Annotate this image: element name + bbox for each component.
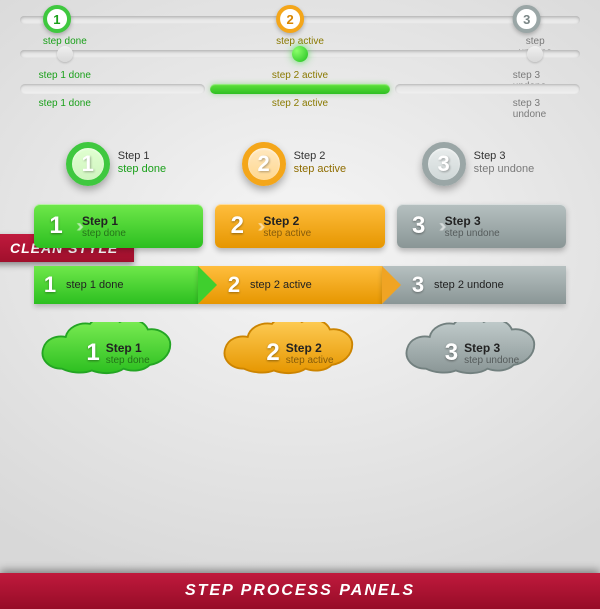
progress-bar-dots: step 1 done step 2 active step 3 undone (20, 50, 580, 58)
panel-title: Step 2 (263, 214, 311, 228)
step-label: step 1 done (39, 70, 91, 81)
panel-step-1[interactable]: 1 ››› Step 1step done (34, 204, 203, 248)
step-marker-2[interactable]: 2 step active (276, 5, 324, 47)
cloud-sub: step undone (464, 355, 519, 366)
step-item-2[interactable]: 2 Step 2step active (242, 142, 347, 186)
segment-done[interactable] (20, 84, 205, 94)
ring-icon: 1 (43, 5, 71, 33)
ribbon-step-1[interactable]: 1 step 1 done (34, 266, 198, 304)
panel-number: 2 (215, 204, 259, 248)
cloud-number: 3 (445, 339, 458, 367)
ribbon-label: step 2 active (250, 279, 312, 291)
step-marker-1[interactable]: 1 step done (43, 5, 87, 47)
panel-step-3[interactable]: 3 ››› Step 3step undone (397, 204, 566, 248)
cloud-step-1[interactable]: 1 Step 1step done (34, 322, 202, 384)
cloud-step-3[interactable]: 3 Step 3step undone (398, 322, 566, 384)
panel-title: Step 3 (445, 214, 500, 228)
ribbon-label: step 1 done (66, 279, 124, 291)
cloud-title: Step 1 (106, 341, 150, 355)
footer-banner: STEP PROCESS PANELS (0, 573, 600, 609)
panel-sub: step done (82, 228, 126, 239)
dot-icon[interactable] (527, 46, 543, 62)
dot-icon[interactable] (292, 46, 308, 62)
cloud-title: Step 2 (286, 341, 334, 355)
ribbon-label: step 2 undone (434, 279, 504, 291)
ribbon-step-2[interactable]: 2 step 2 active (198, 266, 382, 304)
step-label: step 2 active (272, 70, 328, 81)
ring-icon: 1 (66, 142, 110, 186)
step-title: Step 1 (118, 151, 166, 162)
dot-icon[interactable] (57, 46, 73, 62)
cloud-number: 2 (266, 339, 279, 367)
step-sub: step done (118, 162, 166, 177)
panel-step-2[interactable]: 2 ››› Step 2step active (215, 204, 384, 248)
panel-sub: step active (263, 228, 311, 239)
panel-sub: step undone (445, 228, 500, 239)
step-title: Step 2 (294, 151, 347, 162)
cloud-title: Step 3 (464, 341, 519, 355)
ribbon-number: 2 (218, 272, 250, 298)
step-title: Step 3 (474, 151, 535, 162)
panel-number: 3 (397, 204, 441, 248)
segment-undone[interactable] (395, 84, 580, 94)
cloud-row: 1 Step 1step done 2 Step 2step active 3 Ste… (20, 322, 580, 384)
ribbon-step-3[interactable]: 3 step 2 undone (382, 266, 566, 304)
ribbon-number: 1 (34, 272, 66, 298)
ring-icon: 2 (276, 5, 304, 33)
step-label: step 1 done (39, 98, 91, 109)
panel-number: 1 (34, 204, 78, 248)
cloud-sub: step done (106, 355, 150, 366)
step-item-3[interactable]: 3 Step 3step undone (422, 142, 535, 186)
cloud-number: 1 (86, 339, 99, 367)
cloud-step-2[interactable]: 2 Step 2step active (216, 322, 384, 384)
step-label: step 2 active (272, 98, 328, 109)
progress-bar-segments: step 1 done step 2 active step 3 undone (20, 84, 580, 94)
step-item-1[interactable]: 1 Step 1step done (66, 142, 166, 186)
step-label: step 3 undone (513, 98, 558, 120)
panel-title: Step 1 (82, 214, 126, 228)
ring-icon: 3 (513, 5, 541, 33)
ring-label-row: 1 Step 1step done 2 Step 2step active 3 … (20, 142, 580, 186)
step-sub: step undone (474, 162, 535, 177)
ribbon-number: 3 (402, 272, 434, 298)
ring-icon: 3 (422, 142, 466, 186)
panel-row: 1 ››› Step 1step done 2 ››› Step 2step a… (20, 204, 580, 248)
cloud-sub: step active (286, 355, 334, 366)
arrow-ribbon: 1 step 1 done 2 step 2 active 3 step 2 u… (20, 266, 580, 304)
segment-active[interactable] (210, 84, 389, 94)
ring-icon: 2 (242, 142, 286, 186)
progress-bar-rings: 1 step done 2 step active 3 step undone (20, 16, 580, 24)
step-sub: step active (294, 162, 347, 177)
